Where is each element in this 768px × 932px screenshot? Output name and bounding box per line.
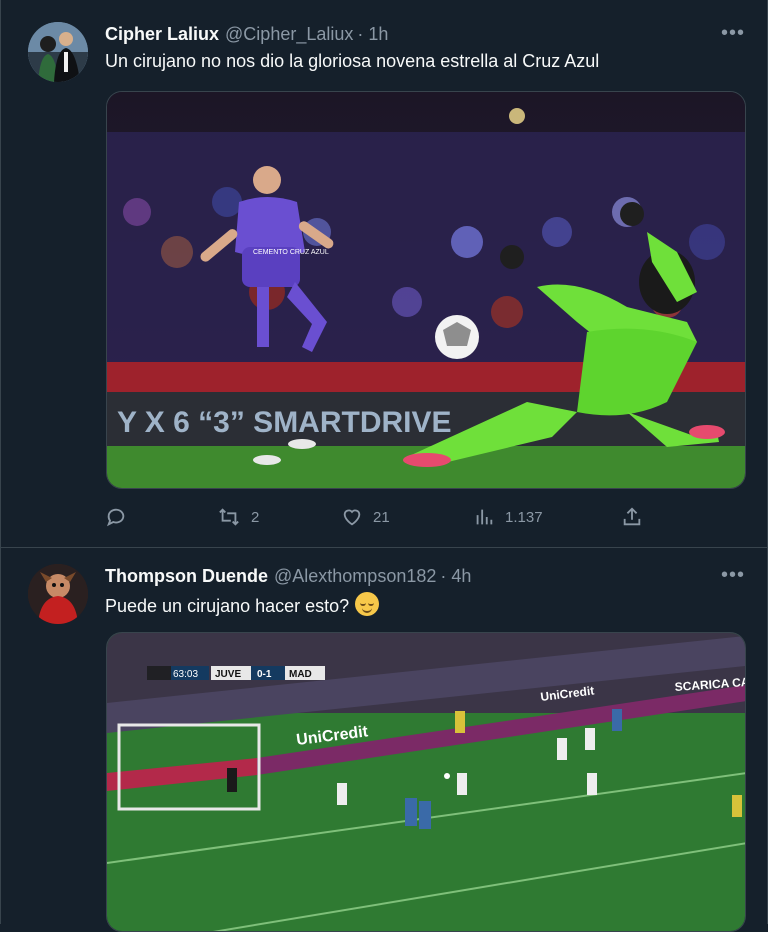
- tweet-header: Cipher Laliux @Cipher_Laliux · 1h: [105, 22, 747, 46]
- share-icon: [623, 507, 641, 526]
- avatar-image: [28, 564, 88, 624]
- jersey-text: CEMENTO CRUZ AZUL: [253, 249, 329, 256]
- tweet[interactable]: Cipher Laliux @Cipher_Laliux · 1h ••• Un…: [1, 0, 767, 548]
- retweet-icon: [219, 508, 239, 526]
- timestamp[interactable]: · 1h: [357, 24, 388, 45]
- like-button[interactable]: 21: [341, 506, 390, 528]
- tweet-header: Thompson Duende @Alexthompson182 · 4h: [105, 564, 747, 588]
- svg-text:JUVE: JUVE: [215, 669, 241, 680]
- avatar[interactable]: [28, 564, 88, 624]
- scoreboard: 63:03 JUVE 0-1 MAD: [147, 666, 325, 680]
- tweet[interactable]: Thompson Duende @Alexthompson182 · 4h ••…: [1, 548, 767, 932]
- analytics-icon: [476, 509, 493, 525]
- tweet-text: Un cirujano no nos dio la gloriosa noven…: [105, 51, 600, 71]
- user-handle[interactable]: @Cipher_Laliux: [225, 24, 353, 45]
- tweet-photo[interactable]: Y X 6 “3” SMARTDRIVE CEMENTO CRUZ AZUL: [106, 91, 746, 489]
- soccer-broadcast-photo: UniCredit SCARICA CAPS UniCredit 63:03 J…: [107, 633, 745, 931]
- svg-text:63:03: 63:03: [173, 669, 198, 680]
- user-handle[interactable]: @Alexthompson182: [274, 566, 436, 587]
- svg-text:MAD: MAD: [289, 669, 312, 680]
- svg-text:0-1: 0-1: [257, 669, 272, 680]
- tweet-photo[interactable]: UniCredit SCARICA CAPS UniCredit 63:03 J…: [106, 632, 746, 932]
- tweet-text: Puede un cirujano hacer esto?: [105, 592, 747, 618]
- timeline: Cipher Laliux @Cipher_Laliux · 1h ••• Un…: [0, 0, 768, 932]
- timestamp[interactable]: · 4h: [440, 566, 471, 587]
- reply-button[interactable]: [105, 506, 137, 528]
- avatar[interactable]: [28, 22, 88, 82]
- views-button[interactable]: 1.137: [473, 506, 543, 528]
- soccer-save-photo: Y X 6 “3” SMARTDRIVE CEMENTO CRUZ AZUL: [107, 92, 745, 488]
- display-name[interactable]: Cipher Laliux: [105, 24, 219, 45]
- share-button[interactable]: [621, 506, 643, 528]
- avatar-image: [28, 22, 88, 82]
- retweet-button[interactable]: 2: [217, 506, 259, 528]
- tweet-actions: 2 21 1.137: [105, 506, 645, 530]
- heart-icon: [343, 509, 361, 526]
- banner-text: Y X 6 “3” SMARTDRIVE: [117, 406, 452, 439]
- tweet-text-body: Puede un cirujano hacer esto?: [105, 596, 350, 616]
- like-count: 21: [373, 508, 390, 526]
- retweet-count: 2: [251, 508, 260, 526]
- reply-icon: [106, 508, 125, 527]
- display-name[interactable]: Thompson Duende: [105, 566, 268, 587]
- view-count: 1.137: [505, 508, 543, 526]
- more-options-icon[interactable]: •••: [721, 564, 745, 587]
- relieved-face-emoji-icon: [355, 592, 380, 616]
- more-options-icon[interactable]: •••: [721, 22, 745, 45]
